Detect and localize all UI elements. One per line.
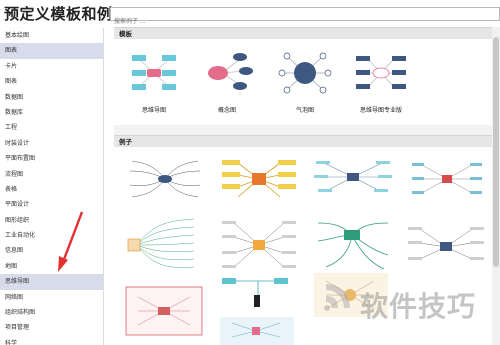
search-box[interactable] <box>110 7 500 28</box>
scroll-thumb[interactable] <box>493 37 499 267</box>
example-thumbnail[interactable] <box>124 215 206 275</box>
example-thumbnail[interactable] <box>312 215 394 275</box>
example-green-tree-icon <box>127 218 195 268</box>
section-header-examples: 例子 <box>114 135 500 147</box>
example-red-mindmap-icon <box>412 163 482 194</box>
example-thumbnail[interactable] <box>218 215 300 275</box>
sidebar-item[interactable]: 组织结构图 <box>0 305 103 320</box>
template-card-concept[interactable]: 概念图 <box>192 49 262 114</box>
sidebar-item[interactable]: 图表 <box>0 43 103 59</box>
example-thumbnail[interactable] <box>124 155 206 203</box>
example-thumbnail[interactable] <box>218 155 300 203</box>
example-thumbnail[interactable] <box>218 315 300 345</box>
template-label: 思维导图专业版 <box>359 107 402 114</box>
section-gap <box>114 125 500 135</box>
sidebar-item[interactable]: 数据库 <box>0 105 103 120</box>
mindmap-pro-template-icon <box>356 56 406 89</box>
template-card-mindmap-pro[interactable]: 思维导图专业版 <box>346 49 416 114</box>
sidebar-item[interactable]: 地图 <box>0 259 103 274</box>
sidebar-item[interactable]: 数据图 <box>0 90 103 105</box>
vertical-scrollbar[interactable] <box>492 27 500 345</box>
template-row: 思维导图 概念图 气泡图 思维导图专业版 <box>114 39 500 125</box>
section-header-templates: 模板 <box>114 27 500 39</box>
sidebar-item[interactable]: 平面布置图 <box>0 151 103 166</box>
category-sidebar: 基本绘图 图表 卡片 图表 数据图 数据库 工程 时装设计 平面布置图 流程图 表格 平面设计 图形组织… <box>0 28 104 345</box>
template-label: 概念图 <box>217 107 236 114</box>
search-input[interactable] <box>111 15 499 28</box>
example-red-frame-icon <box>125 286 203 336</box>
watermark-logo-icon <box>324 284 350 311</box>
sidebar-item[interactable]: 信息图 <box>0 243 103 258</box>
example-cyan-branch-icon <box>222 278 288 307</box>
sidebar-item[interactable]: 流程图 <box>0 167 103 182</box>
example-teal-mindmap-icon <box>317 222 389 270</box>
example-mindmap-icon <box>129 160 201 198</box>
sidebar-item[interactable]: 图表 <box>0 74 103 89</box>
sidebar-item[interactable]: 思维导图 <box>0 274 103 290</box>
mindmap-template-icon <box>132 55 176 90</box>
example-thumbnail[interactable] <box>218 271 300 311</box>
example-thumbnail[interactable] <box>406 155 488 203</box>
bubble-map-template-icon <box>278 52 332 94</box>
sidebar-item[interactable]: 工业自动化 <box>0 228 103 243</box>
sidebar-item[interactable]: 平面设计 <box>0 197 103 212</box>
sidebar-item[interactable]: 工程 <box>0 120 103 135</box>
sidebar-item[interactable]: 网络图 <box>0 290 103 305</box>
template-card-bubble[interactable]: 气泡图 <box>270 49 340 114</box>
sidebar-item[interactable]: 表格 <box>0 182 103 197</box>
example-yellow-mindmap-icon <box>222 160 296 198</box>
sidebar-item[interactable]: 科学 <box>0 336 103 345</box>
sidebar-item[interactable]: 图形组织 <box>0 213 103 228</box>
example-thumbnail[interactable] <box>406 215 488 275</box>
sidebar-item[interactable]: 卡片 <box>0 59 103 74</box>
watermark-text: 软件技巧 <box>360 290 477 323</box>
example-lightblue-mindmap-icon <box>220 317 294 345</box>
example-orange-mindmap-icon <box>222 221 296 268</box>
example-blue-mindmap-icon <box>314 161 392 192</box>
template-label: 思维导图 <box>141 107 166 114</box>
example-thumbnail[interactable] <box>312 155 394 203</box>
sidebar-item[interactable]: 时装设计 <box>0 136 103 151</box>
template-label: 气泡图 <box>295 107 314 114</box>
example-navy-mindmap-icon <box>408 227 484 260</box>
template-card-mindmap[interactable]: 思维导图 <box>119 49 189 114</box>
sidebar-item[interactable]: 项目管理 <box>0 320 103 335</box>
sidebar-item[interactable]: 基本绘图 <box>0 28 103 43</box>
example-thumbnail[interactable] <box>124 285 206 337</box>
concept-map-template-icon <box>208 53 253 90</box>
template-dialog: 预定义模板和例子 基本绘图图表卡片图表数据图数据库工程时装设计平面布置图流程图表… <box>0 0 500 345</box>
